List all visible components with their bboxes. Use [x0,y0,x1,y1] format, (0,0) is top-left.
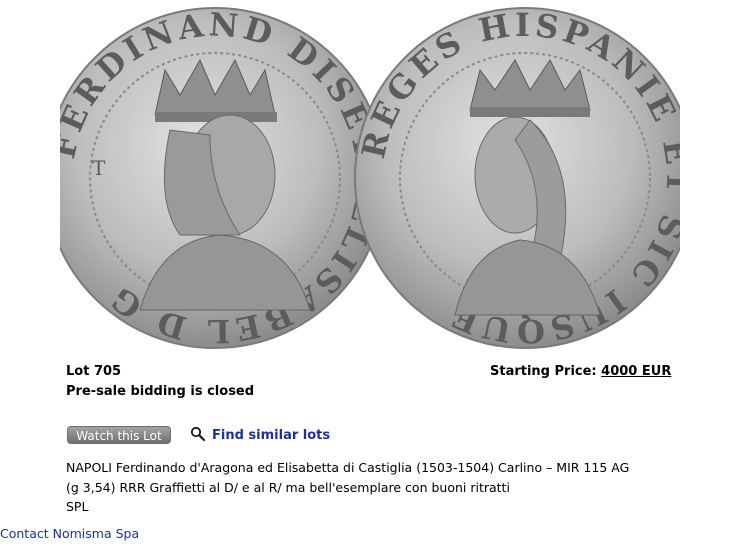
coin-image: FERDINAND DISETHELISABEL D G T REGES HIS… [60,5,680,350]
starting-price-value: 4000 EUR [601,364,672,379]
contact-link[interactable]: Contact Nomisma Spa [0,526,139,541]
find-similar-label: Find similar lots [212,428,331,443]
coin-reverse: REGES HISPANIE ET SIC IUSQUE [354,6,680,350]
watch-lot-button[interactable]: Watch this Lot [67,426,171,444]
starting-price-label: Starting Price: [490,364,597,379]
magnifier-icon [190,426,206,442]
description-line-1: NAPOLI Ferdinando d'Aragona ed Elisabett… [66,460,630,475]
bidding-status: Pre-sale bidding is closed [66,384,255,399]
coin-obverse: FERDINAND DISETHELISABEL D G T [60,5,386,350]
starting-price: Starting Price: 4000 EUR [490,364,671,379]
lot-grade: SPL [66,499,89,514]
lot-description: NAPOLI Ferdinando d'Aragona ed Elisabett… [66,458,676,498]
lot-number: Lot 705 [66,364,122,379]
svg-text:T: T [92,156,106,180]
find-similar-lots-link[interactable]: Find similar lots [190,426,330,443]
description-line-2: (g 3,54) RRR Graffietti al D/ e al R/ ma… [66,480,510,495]
